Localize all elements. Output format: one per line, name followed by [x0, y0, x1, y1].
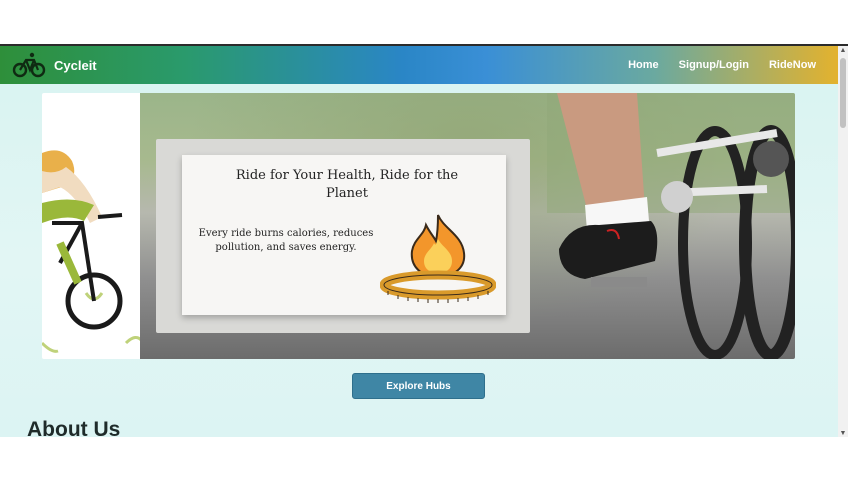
scroll-up-arrow-icon[interactable]: ▲: [838, 46, 848, 56]
cyclist-photo: [547, 93, 795, 359]
page-viewport: Cycleit Home Signup/Login RideNow Ride f…: [0, 44, 848, 437]
measuring-tape-icon: [380, 270, 496, 303]
scroll-thumb[interactable]: [840, 58, 846, 128]
about-us-heading: About Us: [27, 418, 121, 437]
brand[interactable]: Cycleit: [12, 52, 97, 78]
top-navbar: Cycleit Home Signup/Login RideNow: [0, 46, 838, 84]
bicycle-icon: [12, 52, 46, 78]
hero-card-title: Ride for Your Health, Ride for the Plane…: [235, 168, 459, 201]
browser-bottom-area: [0, 437, 848, 480]
nav-link-home[interactable]: Home: [628, 59, 659, 71]
cyclist-illustration: [42, 93, 144, 359]
hero-banner: Ride for Your Health, Ride for the Plane…: [42, 93, 795, 359]
nav-links: Home Signup/Login RideNow: [628, 59, 816, 71]
hero-card-text: Every ride burns calories, reduces pollu…: [198, 228, 374, 253]
explore-hubs-button[interactable]: Explore Hubs: [352, 373, 485, 399]
vertical-scrollbar[interactable]: ▲ ▼: [838, 46, 848, 437]
brand-name: Cycleit: [54, 57, 97, 73]
scroll-down-arrow-icon[interactable]: ▼: [838, 429, 848, 437]
nav-link-ridenow[interactable]: RideNow: [769, 59, 816, 71]
browser-top-area: [0, 0, 848, 44]
nav-link-signup-login[interactable]: Signup/Login: [679, 59, 749, 71]
hero-card: Ride for Your Health, Ride for the Plane…: [182, 155, 506, 315]
